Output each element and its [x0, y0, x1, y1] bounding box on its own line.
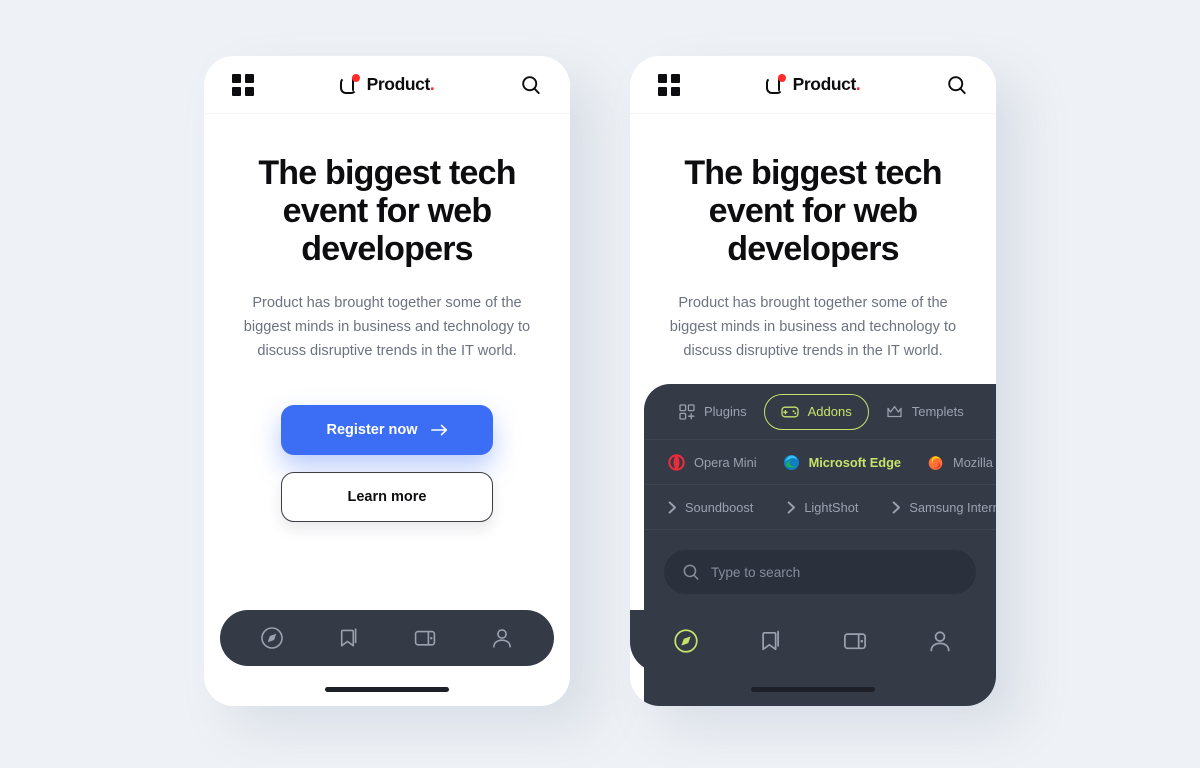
links-row: Soundboost LightShot Samsung Internet [644, 485, 996, 530]
category-chip-templets[interactable]: Templets [869, 394, 981, 430]
search-icon[interactable] [520, 74, 542, 96]
learn-more-button[interactable]: Learn more [281, 472, 493, 523]
canvas: Product. The biggest tech event for web … [0, 0, 1200, 768]
browser-label: Mozilla Firefox [953, 454, 996, 470]
home-indicator-left [325, 687, 449, 692]
edge-icon [783, 454, 799, 470]
grid-menu-icon[interactable] [658, 73, 680, 96]
wallet-icon [844, 633, 867, 650]
search-icon [683, 564, 699, 580]
tab-profile[interactable] [919, 620, 961, 662]
tab-profile[interactable] [481, 617, 523, 659]
hero-section-right: The biggest tech event for web developer… [630, 114, 996, 363]
search-icon[interactable] [946, 74, 968, 96]
page-title: The biggest tech event for web developer… [258, 154, 516, 269]
app-header-left: Product. [204, 56, 570, 114]
home-indicator-right [751, 687, 875, 692]
browser-label: Opera Mini [694, 454, 757, 470]
browser-item-microsoft-edge[interactable]: Microsoft Edge [783, 454, 901, 471]
logo-mark-icon [339, 73, 360, 96]
logo-mark-icon [765, 73, 786, 96]
firefox-icon [928, 455, 943, 470]
browser-label: Microsoft Edge [808, 454, 902, 470]
wallet-icon [415, 630, 436, 646]
category-tabs-row: Plugins Addons Templets [644, 384, 996, 440]
category-chip-cookie[interactable] [981, 393, 996, 431]
chevron-right-icon [893, 500, 901, 514]
grid-menu-icon[interactable] [232, 73, 254, 96]
gamepad-icon [780, 406, 799, 417]
compass-icon [674, 629, 698, 653]
brand-logo-left[interactable]: Product. [339, 73, 435, 96]
category-chip-addons[interactable]: Addons [763, 393, 869, 430]
tab-explore[interactable] [251, 617, 293, 659]
link-item-soundboost[interactable]: Soundboost [668, 500, 753, 515]
link-label: Soundboost [685, 499, 754, 515]
bottom-tabbar-left [220, 610, 554, 666]
brand-period: . [855, 74, 861, 94]
link-item-samsung-internet[interactable]: Samsung Internet [892, 500, 996, 515]
tab-wallet[interactable] [404, 617, 446, 659]
chevron-right-icon [668, 500, 676, 514]
hero-description: Product has brought together some of the… [669, 295, 957, 359]
page-title: The biggest tech event for web developer… [684, 154, 942, 269]
link-label: Samsung Internet [909, 499, 996, 515]
arrow-right-icon [430, 424, 447, 436]
opera-icon [668, 453, 685, 471]
plugins-grid-icon [679, 403, 695, 420]
chevron-right-icon [787, 500, 796, 514]
tab-explore[interactable] [665, 620, 707, 662]
hero-description: Product has brought together some of the… [243, 295, 531, 359]
browser-item-mozilla-firefox[interactable]: Mozilla Firefox [927, 454, 996, 471]
tab-bookmarks[interactable] [750, 620, 792, 662]
bottom-tabbar-right [630, 610, 996, 672]
browsers-row: Opera Mini Microsoft Edge Mozilla [644, 440, 996, 485]
search-placeholder: Type to search [711, 564, 801, 580]
compass-icon [261, 627, 284, 649]
brand-logo-right[interactable]: Product. [765, 73, 861, 96]
browser-item-opera-mini[interactable]: Opera Mini [668, 453, 757, 471]
search-input[interactable]: Type to search [664, 550, 976, 594]
link-item-lightshot[interactable]: LightShot [787, 500, 858, 515]
brand-period: . [429, 74, 435, 94]
tab-bookmarks[interactable] [328, 617, 370, 659]
hero-section-left: The biggest tech event for web developer… [204, 114, 570, 523]
category-chip-plugins[interactable]: Plugins [662, 394, 764, 430]
person-icon [930, 631, 950, 652]
category-label: Addons [807, 404, 852, 419]
category-label: Plugins [704, 404, 747, 419]
tab-wallet[interactable] [834, 620, 876, 662]
phone-mockup-left: Product. The biggest tech event for web … [204, 56, 570, 706]
phone-mockup-right: Product. The biggest tech event for web … [630, 56, 996, 706]
category-label: Templets [911, 404, 964, 419]
register-now-button[interactable]: Register now [281, 405, 493, 456]
link-label: LightShot [804, 499, 859, 515]
brand-name: Product. [792, 74, 861, 94]
bookmark-icon [340, 628, 357, 647]
brand-name: Product. [366, 74, 435, 94]
person-icon [492, 629, 511, 648]
bookmark-icon [762, 630, 779, 651]
learn-more-label: Learn more [347, 489, 427, 506]
crown-icon [887, 405, 902, 417]
register-now-label: Register now [326, 422, 418, 439]
cta-group: Register now Learn more [234, 405, 540, 523]
app-header-right: Product. [630, 56, 996, 114]
